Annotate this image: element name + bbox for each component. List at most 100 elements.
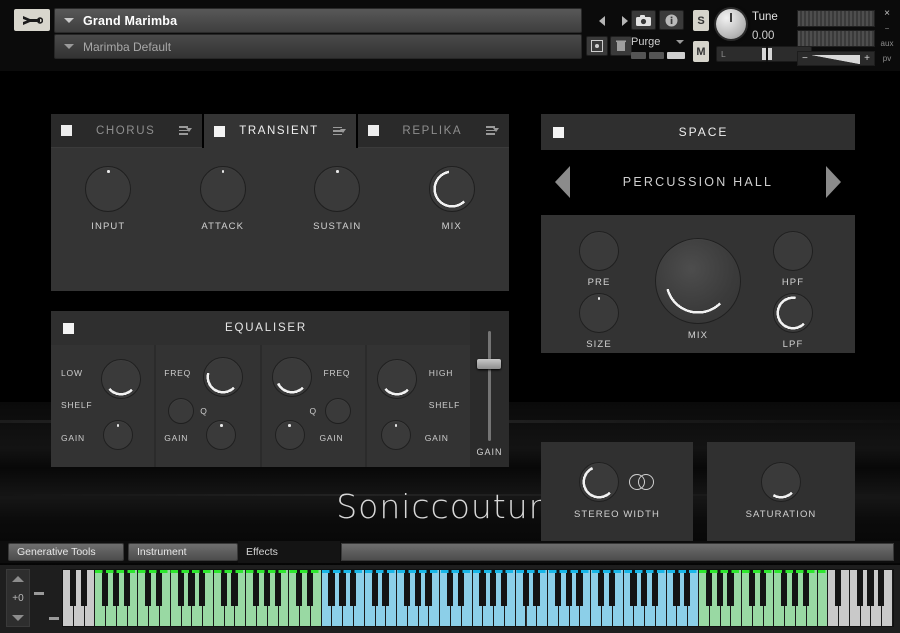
piano-key-black[interactable] (522, 570, 529, 606)
octave-down-icon[interactable] (12, 614, 24, 621)
piano-key-black[interactable] (403, 570, 411, 606)
piano-key-black[interactable] (781, 570, 788, 606)
eq-high-gain-knob[interactable] (380, 420, 411, 450)
space-lpf-knob[interactable] (773, 293, 813, 333)
tab-chorus[interactable]: CHORUS (51, 114, 203, 148)
octave-shifter[interactable]: +0 (6, 569, 30, 627)
space-preset-selector[interactable]: PERCUSSION HALL (541, 156, 855, 208)
piano-key-black[interactable] (554, 570, 562, 606)
transient-menu-icon[interactable] (332, 126, 346, 136)
space-lpf-control[interactable]: LPF (773, 293, 813, 350)
piano-key-black[interactable] (231, 570, 238, 606)
piano-key-black[interactable] (576, 570, 583, 606)
piano-key-black[interactable] (156, 570, 163, 606)
piano-key-black[interactable] (716, 570, 723, 606)
piano-key-black[interactable] (673, 570, 680, 606)
tab-transient[interactable]: TRANSIENT (204, 114, 356, 148)
space-hpf-control[interactable]: HPF (773, 231, 813, 288)
piano-key-black[interactable] (145, 570, 152, 606)
transient-attack-control[interactable]: ATTACK (166, 166, 281, 276)
piano-key-black[interactable] (371, 570, 378, 606)
info-icon[interactable] (659, 10, 684, 30)
eq-gain-fader-thumb[interactable] (477, 359, 501, 369)
space-mix-control[interactable]: MIX (655, 238, 741, 341)
transient-enable-checkbox[interactable] (214, 125, 226, 137)
chorus-enable-checkbox[interactable] (61, 125, 72, 136)
minimize-icon[interactable]: − (876, 21, 898, 36)
piano-key-black[interactable] (565, 570, 572, 606)
mute-button[interactable]: M (693, 41, 709, 62)
transient-sustain-control[interactable]: SUSTAIN (280, 166, 395, 276)
space-size-knob[interactable] (579, 293, 619, 333)
piano-key-black[interactable] (123, 570, 130, 606)
piano-key-black[interactable] (802, 570, 810, 606)
trash-icon[interactable] (610, 36, 632, 56)
piano-key-black[interactable] (457, 570, 465, 606)
eq-lowmid-q-knob[interactable] (168, 398, 195, 424)
camera-icon[interactable] (631, 10, 656, 30)
piano-key-black[interactable] (69, 570, 77, 606)
piano-key-black[interactable] (339, 570, 346, 606)
preset-nav[interactable] (590, 12, 636, 29)
piano-key-black[interactable] (533, 570, 540, 606)
piano-key-black[interactable] (479, 570, 486, 606)
eq-low-gain-knob[interactable] (103, 420, 133, 450)
eq-lowmid-gain-knob[interactable] (206, 420, 237, 450)
close-icon[interactable]: × (876, 6, 898, 21)
piano-key-black[interactable] (748, 570, 756, 606)
replika-enable-checkbox[interactable] (367, 125, 379, 136)
piano-keyboard[interactable] (62, 569, 894, 627)
stereo-width-knob[interactable] (579, 462, 619, 502)
transient-input-knob[interactable] (85, 166, 132, 212)
save-icon[interactable] (586, 36, 608, 56)
piano-key-black[interactable] (80, 570, 87, 606)
piano-key-black[interactable] (856, 570, 863, 606)
piano-key-black[interactable] (382, 570, 389, 606)
piano-key-black[interactable] (705, 570, 712, 606)
piano-key-black[interactable] (306, 570, 314, 606)
piano-key-black[interactable] (597, 570, 605, 606)
transient-mix-control[interactable]: MIX (395, 166, 510, 276)
piano-key-black[interactable] (791, 570, 799, 606)
piano-key-black[interactable] (759, 570, 766, 606)
eq-highmid-gain-knob[interactable] (274, 420, 305, 450)
saturation-knob[interactable] (761, 462, 801, 502)
volume-minus[interactable]: − (802, 53, 808, 64)
piano-key-black[interactable] (328, 570, 335, 606)
piano-key-black[interactable] (878, 570, 885, 606)
piano-key-black[interactable] (350, 570, 357, 606)
eq-high-freq-knob[interactable] (376, 359, 417, 399)
eq-gain-fader-track[interactable] (488, 331, 491, 441)
pv-label[interactable]: pv (876, 51, 898, 66)
pan-thumb[interactable] (762, 46, 772, 62)
piano-key-black[interactable] (253, 570, 260, 606)
eq-lowmid-freq-knob[interactable] (203, 357, 244, 397)
arrow-right-icon[interactable] (621, 15, 628, 26)
volume-slider[interactable]: − + (797, 51, 875, 66)
transient-mix-knob[interactable] (428, 166, 475, 212)
tab-replika[interactable]: REPLIKA (357, 114, 509, 148)
piano-key-black[interactable] (727, 570, 734, 606)
piano-key-black[interactable] (177, 570, 184, 606)
tab-effects[interactable]: Effects (238, 541, 340, 563)
piano-key-black[interactable] (608, 570, 615, 606)
replika-menu-icon[interactable] (485, 126, 499, 135)
octave-up-icon[interactable] (12, 575, 24, 582)
eq-low-freq-knob[interactable] (101, 359, 141, 399)
piano-key-black[interactable] (199, 570, 206, 606)
arrow-left-icon[interactable] (555, 166, 570, 198)
space-size-control[interactable]: SIZE (579, 293, 619, 350)
purge-dropdown[interactable]: Purge (631, 33, 684, 50)
piano-key-white[interactable] (817, 570, 829, 626)
solo-button[interactable]: S (693, 10, 709, 31)
chevron-down-icon[interactable] (64, 18, 74, 23)
aux-label[interactable]: aux (876, 36, 898, 51)
tune-knob[interactable] (716, 9, 746, 39)
piano-key-black[interactable] (102, 570, 109, 606)
eq-highmid-freq-knob[interactable] (271, 357, 312, 397)
wrench-icon[interactable] (14, 9, 50, 31)
chevron-down-icon[interactable] (64, 44, 74, 49)
piano-key-black[interactable] (651, 570, 659, 606)
piano-key-black[interactable] (296, 570, 303, 606)
tab-instrument[interactable]: Instrument (128, 543, 238, 561)
